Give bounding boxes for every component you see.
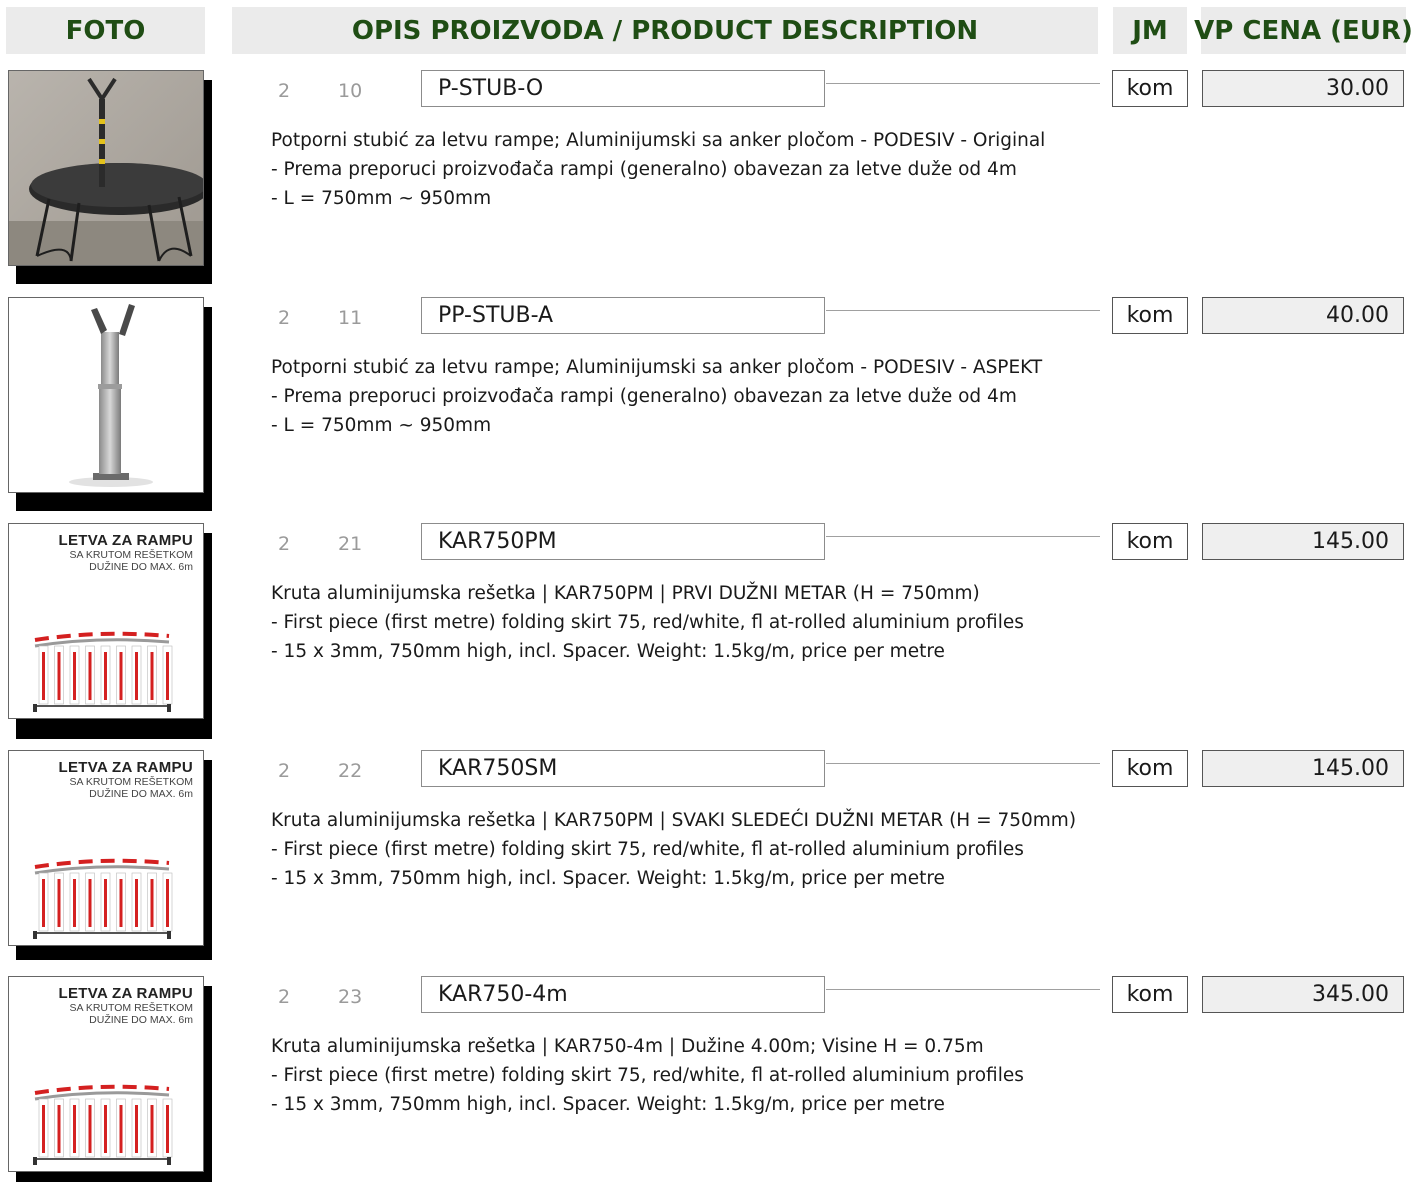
sign-title: LETVA ZA RAMPU — [58, 759, 193, 776]
code-connector-line — [826, 536, 1100, 537]
support-post-image — [9, 298, 203, 492]
description-line: Kruta aluminijumska rešetka | KAR750-4m … — [271, 1036, 984, 1057]
description-line: - L = 750mm ~ 950mm — [271, 415, 492, 436]
description-line: - Prema preporuci proizvođača rampi (gen… — [271, 386, 1017, 407]
product-code: KAR750SM — [421, 750, 825, 787]
unit-value: kom — [1112, 297, 1188, 334]
table-support-image — [9, 71, 203, 265]
code-connector-line — [826, 763, 1100, 764]
header-price: VP CENA (EUR) — [1194, 7, 1413, 54]
sign-text: LETVA ZA RAMPU SA KRUTOM REŠETKOM DUŽINE… — [9, 759, 193, 800]
code-connector-line — [826, 83, 1100, 84]
product-code: KAR750-4m — [421, 976, 825, 1013]
sign-line-1: SA KRUTOM REŠETKOM — [69, 1002, 194, 1014]
product-row: LETVA ZA RAMPU SA KRUTOM REŠETKOM DUŽINE… — [0, 523, 1413, 750]
item-number: 23 — [338, 986, 363, 1008]
product-description: Potporni stubić za letvu rampe; Aluminij… — [271, 353, 1042, 440]
header-unit: JM — [1113, 7, 1187, 54]
group-number: 2 — [278, 760, 291, 782]
sign-text: LETVA ZA RAMPU SA KRUTOM REŠETKOM DUŽINE… — [9, 532, 193, 573]
unit-value: kom — [1112, 976, 1188, 1013]
price-value: 30.00 — [1202, 70, 1404, 107]
product-row: 2 10 P-STUB-O kom 30.00 Potporni stubić … — [0, 70, 1413, 297]
sign-text: LETVA ZA RAMPU SA KRUTOM REŠETKOM DUŽINE… — [9, 985, 193, 1026]
description-line: - 15 x 3mm, 750mm high, incl. Spacer. We… — [271, 641, 945, 662]
price-value: 145.00 — [1202, 523, 1404, 560]
sign-title: LETVA ZA RAMPU — [58, 985, 193, 1002]
description-line: Potporni stubić za letvu rampe; Aluminij… — [271, 130, 1046, 151]
group-number: 2 — [278, 986, 291, 1008]
item-number: 11 — [338, 307, 363, 329]
price-value: 345.00 — [1202, 976, 1404, 1013]
product-photo: LETVA ZA RAMPU SA KRUTOM REŠETKOM DUŽINE… — [8, 976, 204, 1172]
group-number: 2 — [278, 307, 291, 329]
product-description: Kruta aluminijumska rešetka | KAR750-4m … — [271, 1032, 1024, 1119]
description-line: - First piece (first metre) folding skir… — [271, 839, 1024, 860]
product-code: PP-STUB-A — [421, 297, 825, 334]
sign-line-2: DUŽINE DO MAX. 6m — [89, 561, 193, 573]
product-row: LETVA ZA RAMPU SA KRUTOM REŠETKOM DUŽINE… — [0, 976, 1413, 1203]
item-number: 21 — [338, 533, 363, 555]
unit-value: kom — [1112, 523, 1188, 560]
product-photo — [8, 70, 204, 266]
product-photo — [8, 297, 204, 493]
product-code: P-STUB-O — [421, 70, 825, 107]
product-description: Kruta aluminijumska rešetka | KAR750PM |… — [271, 579, 1024, 666]
description-line: - First piece (first metre) folding skir… — [271, 1065, 1024, 1086]
description-line: Kruta aluminijumska rešetka | KAR750PM |… — [271, 583, 980, 604]
description-line: - 15 x 3mm, 750mm high, incl. Spacer. We… — [271, 1094, 945, 1115]
description-line: Potporni stubić za letvu rampe; Aluminij… — [271, 357, 1043, 378]
unit-value: kom — [1112, 70, 1188, 107]
sign-line-1: SA KRUTOM REŠETKOM — [69, 549, 194, 561]
code-connector-line — [826, 989, 1100, 990]
header-foto: FOTO — [6, 7, 205, 54]
description-line: - L = 750mm ~ 950mm — [271, 188, 492, 209]
unit-value: kom — [1112, 750, 1188, 787]
item-number: 10 — [338, 80, 363, 102]
description-line: - First piece (first metre) folding skir… — [271, 612, 1024, 633]
price-value: 40.00 — [1202, 297, 1404, 334]
header-description: OPIS PROIZVODA / PRODUCT DESCRIPTION — [232, 7, 1098, 54]
group-number: 2 — [278, 533, 291, 555]
product-photo: LETVA ZA RAMPU SA KRUTOM REŠETKOM DUŽINE… — [8, 523, 204, 719]
sign-line-2: DUŽINE DO MAX. 6m — [89, 1014, 193, 1026]
sign-line-1: SA KRUTOM REŠETKOM — [69, 776, 194, 788]
sign-title: LETVA ZA RAMPU — [58, 532, 193, 549]
product-row: LETVA ZA RAMPU SA KRUTOM REŠETKOM DUŽINE… — [0, 750, 1413, 977]
description-line: Kruta aluminijumska rešetka | KAR750PM |… — [271, 810, 1077, 831]
item-number: 22 — [338, 760, 363, 782]
product-row: 2 11 PP-STUB-A kom 40.00 Potporni stubić… — [0, 297, 1413, 524]
product-code: KAR750PM — [421, 523, 825, 560]
description-line: - 15 x 3mm, 750mm high, incl. Spacer. We… — [271, 868, 945, 889]
description-line: - Prema preporuci proizvođača rampi (gen… — [271, 159, 1017, 180]
price-value: 145.00 — [1202, 750, 1404, 787]
sign-line-2: DUŽINE DO MAX. 6m — [89, 788, 193, 800]
product-photo: LETVA ZA RAMPU SA KRUTOM REŠETKOM DUŽINE… — [8, 750, 204, 946]
product-description: Potporni stubić za letvu rampe; Aluminij… — [271, 126, 1045, 213]
code-connector-line — [826, 310, 1100, 311]
group-number: 2 — [278, 80, 291, 102]
product-description: Kruta aluminijumska rešetka | KAR750PM |… — [271, 806, 1076, 893]
